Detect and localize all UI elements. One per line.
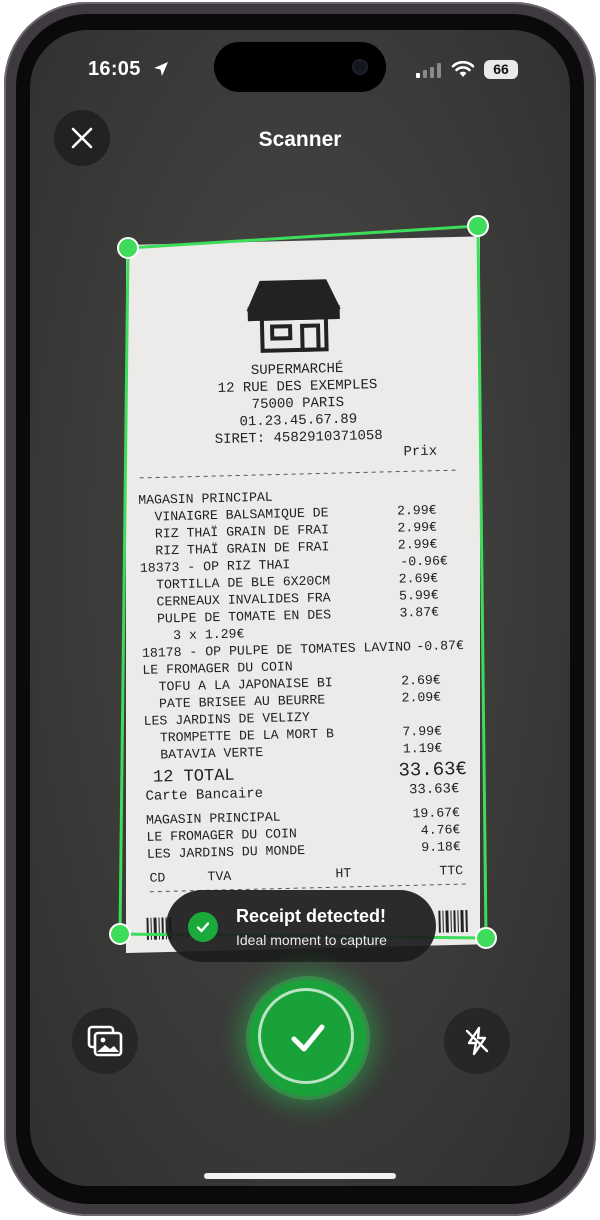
toast-title: Receipt detected! [236,906,387,926]
detection-toast: Receipt detected! Ideal moment to captur… [166,890,436,962]
scanner-screen: 16:05 66 Scanner SUPERMARCHÉ 12 RUE DES … [30,30,570,1186]
capture-button[interactable] [250,980,366,1096]
gallery-icon [87,1025,123,1057]
toast-subtitle: Ideal moment to capture [236,932,387,948]
frame-handle-top-left[interactable] [117,237,139,259]
gallery-button[interactable] [72,1008,138,1074]
flash-off-icon [465,1026,489,1056]
frame-handle-bottom-right[interactable] [475,927,497,949]
flash-toggle-button[interactable] [444,1008,510,1074]
home-indicator[interactable] [204,1173,396,1179]
frame-handle-bottom-left[interactable] [109,923,131,945]
frame-handle-top-right[interactable] [467,215,489,237]
success-check-icon [188,912,218,942]
capture-ring [258,988,354,1084]
